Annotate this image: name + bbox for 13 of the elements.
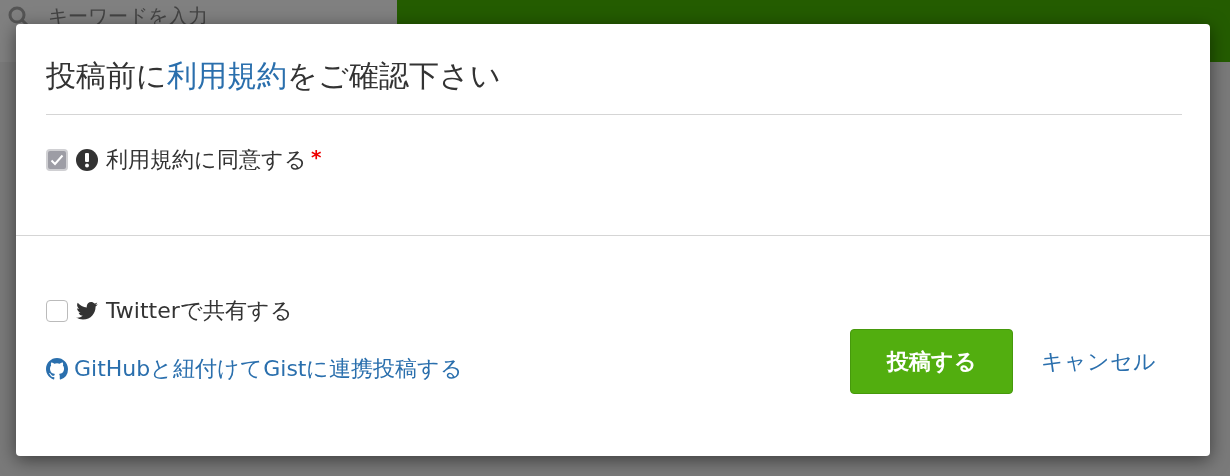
agree-label: 利用規約に同意する: [106, 146, 307, 174]
cancel-link[interactable]: キャンセル: [1041, 346, 1156, 377]
github-link[interactable]: GitHubと紐付けてGistに連携投稿する: [46, 354, 464, 384]
bird-icon: [76, 302, 98, 320]
check-icon: [50, 154, 64, 166]
cat-icon: [46, 358, 68, 380]
alert-icon: [76, 149, 98, 171]
required-mark: *: [311, 145, 322, 169]
terms-link[interactable]: 利用規約: [167, 58, 287, 93]
post-button[interactable]: 投稿する: [850, 329, 1013, 394]
dialog-title: 投稿前に利用規約をご確認下さい: [46, 57, 502, 95]
share-checkbox[interactable]: [46, 300, 68, 322]
share-label: Twitterで共有する: [106, 297, 293, 325]
